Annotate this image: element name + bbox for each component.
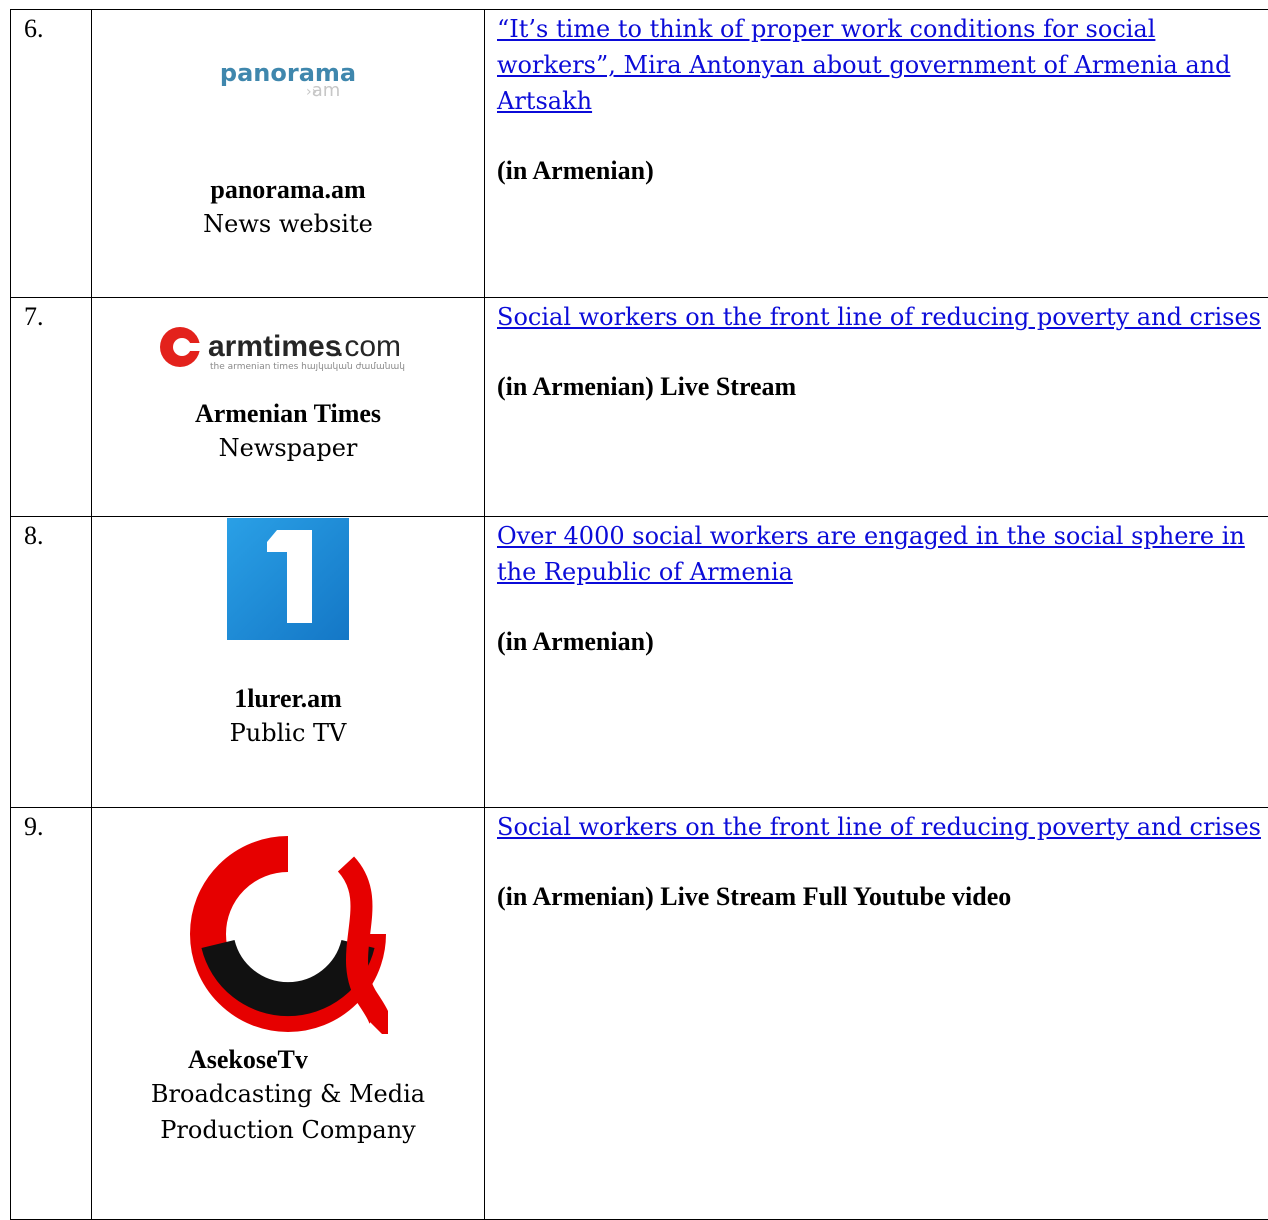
asekosetv-logo-icon bbox=[188, 834, 388, 1034]
article-link[interactable]: Over 4000 social workers are engaged in … bbox=[497, 517, 1268, 590]
row-number: 7. bbox=[11, 298, 92, 517]
table-row: 9. AsekoseTv Broadcasting & Media Produc… bbox=[11, 808, 1268, 1220]
article-link[interactable]: Social workers on the front line of redu… bbox=[497, 298, 1268, 335]
media-coverage-table: 6. panorama am ›› panorama.am News websi… bbox=[10, 9, 1268, 1220]
outlet-cell: 1lurer.am Public TV bbox=[92, 517, 485, 808]
row-number: 9. bbox=[11, 808, 92, 1220]
article-note: (in Armenian) bbox=[497, 626, 1268, 658]
article-cell: Social workers on the front line of redu… bbox=[485, 808, 1268, 1220]
outlet-cell: AsekoseTv Broadcasting & Media Productio… bbox=[92, 808, 485, 1220]
1lurer-logo bbox=[92, 517, 484, 641]
svg-text:armtimes: armtimes bbox=[208, 330, 341, 363]
outlet-type: News website bbox=[92, 206, 484, 242]
outlet-cell: armtimes .com the armenian times հայկակա… bbox=[92, 298, 485, 517]
article-cell: Over 4000 social workers are engaged in … bbox=[485, 517, 1268, 808]
svg-text:the armenian times հայկական: the armenian times հայկական ժամանակ bbox=[210, 362, 405, 372]
panorama-logo: panorama am ›› bbox=[92, 10, 484, 140]
outlet-name: Armenian Times bbox=[92, 398, 484, 430]
outlet-cell: panorama am ›› panorama.am News website bbox=[92, 10, 485, 298]
article-cell: “It’s time to think of proper work condi… bbox=[485, 10, 1268, 298]
article-note: (in Armenian) bbox=[497, 155, 1268, 187]
outlet-name: panorama.am bbox=[92, 174, 484, 206]
svg-text:.com: .com bbox=[336, 330, 401, 363]
outlet-type: Broadcasting & Media Production Company bbox=[92, 1076, 484, 1148]
outlet-name: AsekoseTv bbox=[92, 1044, 484, 1076]
outlet-type: Newspaper bbox=[92, 430, 484, 466]
1lurer-logo-icon bbox=[227, 518, 349, 640]
panorama-logo-icon: panorama am ›› bbox=[208, 51, 368, 111]
table-row: 7. armtimes .com the armenian times հայկ… bbox=[11, 298, 1268, 517]
svg-text:››: ›› bbox=[306, 84, 317, 100]
table-row: 6. panorama am ›› panorama.am News websi… bbox=[11, 10, 1268, 298]
outlet-type: Public TV bbox=[92, 715, 484, 751]
article-note: (in Armenian) Live Stream Full Youtube v… bbox=[497, 881, 1268, 913]
table-row: 8. 1lurer.am Public TV bbox=[11, 517, 1268, 808]
asekosetv-logo bbox=[92, 808, 484, 1036]
armtimes-logo: armtimes .com the armenian times հայկակա… bbox=[92, 298, 484, 398]
article-link[interactable]: “It’s time to think of proper work condi… bbox=[497, 10, 1268, 119]
article-cell: Social workers on the front line of redu… bbox=[485, 298, 1268, 517]
article-link[interactable]: Social workers on the front line of redu… bbox=[497, 808, 1268, 845]
row-number: 8. bbox=[11, 517, 92, 808]
article-note: (in Armenian) Live Stream bbox=[497, 371, 1268, 403]
armtimes-logo-icon: armtimes .com the armenian times հայկակա… bbox=[158, 323, 418, 373]
outlet-name: 1lurer.am bbox=[92, 683, 484, 715]
row-number: 6. bbox=[11, 10, 92, 298]
